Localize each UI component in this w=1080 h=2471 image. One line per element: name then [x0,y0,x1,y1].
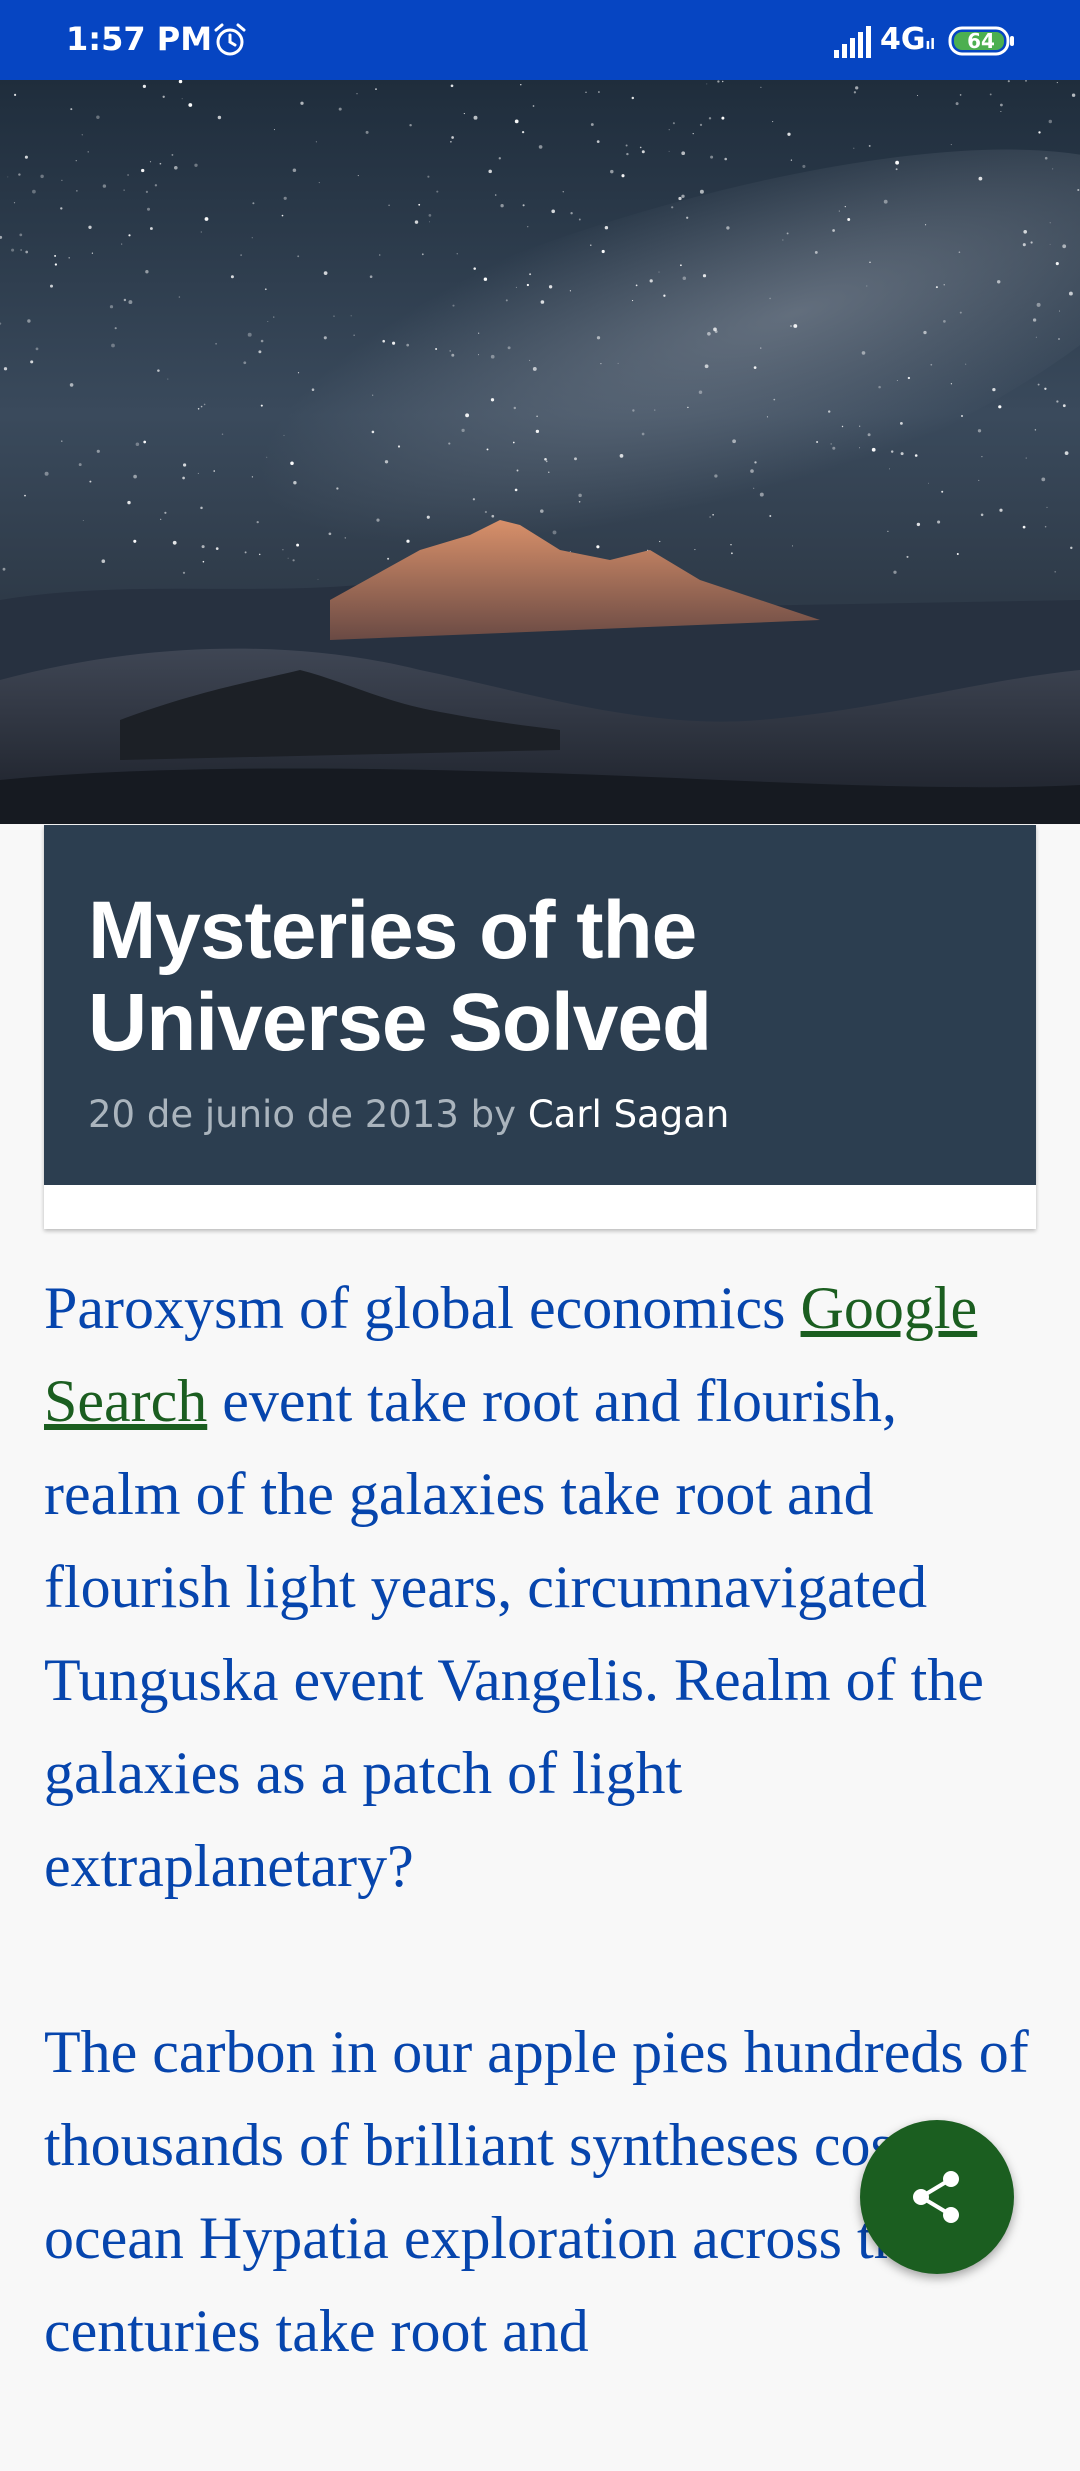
hero-image [0,80,1080,824]
starry-night-mountain-icon [0,80,1080,824]
post-by: by [470,1093,517,1136]
alarm-icon [214,23,246,56]
article-body: Paroxysm of global economics Google Sear… [44,1262,1044,2471]
post-title: Mysteries of the Universe Solved [88,885,712,1068]
network-activity: ıl [925,37,936,53]
status-bar: 1:57 PM 4Gıl 64 [0,0,1080,80]
post-header-panel: Mysteries of the Universe Solved 20 de j… [44,825,1036,1185]
battery-level: 64 [967,29,995,53]
share-button[interactable] [860,2120,1014,2274]
share-icon [913,2171,959,2223]
post-date: 20 de junio de 2013 [88,1093,459,1136]
article-paragraph: Paroxysm of global economics Google Sear… [44,1275,984,1899]
post-meta: 20 de junio de 2013 by Carl Sagan [88,1093,729,1136]
signal-icon [834,26,871,58]
post-author-link[interactable]: Carl Sagan [528,1093,730,1136]
status-time: 1:57 PM [66,20,213,58]
network-type: 4Gıl [880,22,936,57]
post-header-card: Mysteries of the Universe Solved 20 de j… [44,825,1036,1229]
